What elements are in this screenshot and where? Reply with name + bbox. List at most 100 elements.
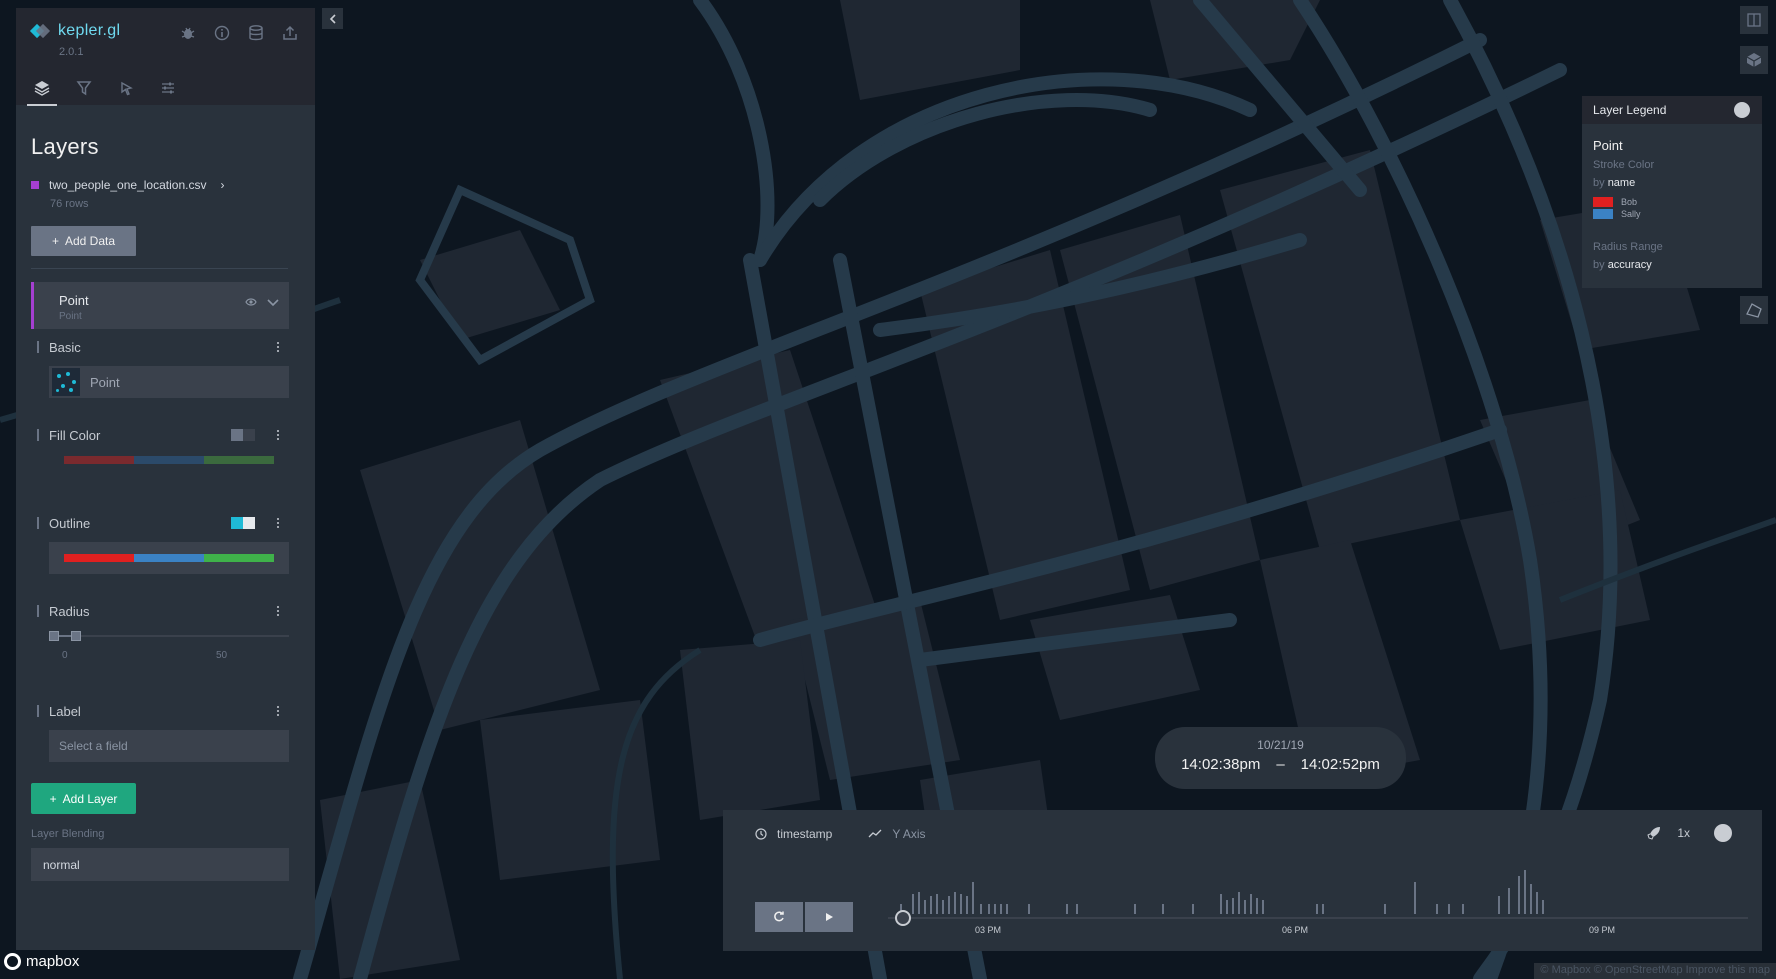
tab-base-map[interactable] (156, 76, 180, 100)
histogram-bar (936, 894, 938, 914)
radius-min-label: 0 (62, 650, 68, 661)
layer-panel-header[interactable]: Point Point (31, 282, 289, 329)
histogram-bar (954, 892, 956, 914)
histogram-bar (1498, 896, 1500, 914)
draw-polygon-button[interactable] (1740, 296, 1768, 324)
histogram-bar (942, 900, 944, 914)
line-chart-icon (868, 829, 882, 838)
time-start: 14:02:38pm (1181, 756, 1261, 773)
y-axis-selector[interactable]: Y Axis (868, 827, 926, 841)
play-icon (826, 913, 833, 921)
panel-tabs (27, 76, 180, 106)
database-icon[interactable] (247, 24, 265, 42)
split-map-button[interactable] (1740, 6, 1768, 34)
collapse-panel-button[interactable] (322, 8, 343, 29)
outline-toggle[interactable] (231, 517, 255, 529)
time-end: 14:02:52pm (1300, 756, 1380, 773)
sliders-icon (162, 82, 174, 94)
radius-slider[interactable] (49, 628, 289, 644)
histogram-bar (1238, 892, 1240, 914)
reset-button[interactable] (755, 902, 803, 932)
legend-color-by: by name (1593, 177, 1636, 189)
play-button[interactable] (805, 902, 853, 932)
time-separator: – (1276, 756, 1285, 773)
rocket-icon[interactable] (1647, 826, 1661, 840)
histogram-bar (930, 896, 932, 914)
layer-blending-select[interactable]: normal (31, 848, 289, 881)
histogram-bar (1536, 892, 1538, 914)
bug-icon[interactable] (179, 24, 197, 42)
histogram-bar (1322, 904, 1324, 914)
legend-radius-by: by accuracy (1593, 259, 1652, 271)
fill-color-ramp[interactable] (49, 444, 289, 476)
add-data-button[interactable]: + Add Data (31, 226, 136, 256)
more-options-icon[interactable] (271, 428, 285, 442)
share-icon[interactable] (281, 24, 299, 42)
section-label: Label Select a field (31, 702, 289, 762)
more-options-icon[interactable] (271, 704, 285, 718)
dataset-item[interactable]: two_people_one_location.csv › 76 rows (31, 178, 224, 210)
slider-handle-min[interactable] (49, 631, 59, 641)
histogram-bar (1524, 870, 1526, 914)
histogram-bar (918, 892, 920, 914)
layer-name: Point (59, 293, 89, 308)
histogram-bar (1384, 904, 1386, 914)
tab-filters[interactable] (72, 76, 96, 100)
plus-icon: + (49, 791, 57, 806)
layer-type: Point (59, 311, 82, 322)
more-options-icon[interactable] (271, 516, 285, 530)
time-histogram[interactable]: 03 PM 06 PM 09 PM (888, 856, 1748, 936)
legend-header[interactable]: Layer Legend (1582, 96, 1762, 124)
page-title: Layers (31, 134, 99, 159)
more-options-icon[interactable] (271, 340, 285, 354)
cube-icon (1746, 53, 1762, 67)
histogram-bar (1192, 904, 1194, 914)
reset-icon (774, 911, 784, 922)
legend-color-field: name (1607, 177, 1636, 189)
plus-icon: + (51, 234, 59, 248)
section-outline: Outline (31, 514, 289, 574)
section-title-label: Label (49, 703, 81, 719)
add-layer-button[interactable]: + Add Layer (31, 783, 136, 814)
histogram-bar (1006, 904, 1008, 914)
time-filter-panel: timestamp Y Axis 1x 03 PM 06 PM 09 PM (723, 810, 1762, 951)
histogram-bar (1244, 900, 1246, 914)
map-attribution[interactable]: © Mapbox © OpenStreetMap Improve this ma… (1534, 963, 1776, 979)
app-logo[interactable]: kepler.gl (29, 22, 120, 40)
chevron-right-icon[interactable]: › (220, 178, 224, 192)
playback-speed[interactable]: 1x (1677, 826, 1690, 840)
tab-layers[interactable] (27, 76, 57, 106)
eye-icon[interactable] (245, 297, 257, 307)
legend-color-attr: Stroke Color (1593, 159, 1655, 171)
fill-toggle[interactable] (231, 429, 255, 441)
more-options-icon[interactable] (271, 604, 285, 618)
dataset-color-swatch (31, 181, 39, 189)
histogram-bar (1530, 884, 1532, 914)
3d-view-button[interactable] (1740, 46, 1768, 74)
legend-toggle-icon[interactable] (1734, 102, 1750, 118)
histogram-bar (1262, 900, 1264, 914)
histogram-bar (1518, 876, 1520, 914)
histogram-bar (960, 894, 962, 914)
layer-type-selector[interactable]: Point (49, 366, 289, 398)
layer-type-name: Point (90, 374, 120, 390)
timeline-handle[interactable] (895, 910, 911, 926)
tab-interactions[interactable] (114, 76, 138, 100)
slider-handle-max[interactable] (71, 631, 81, 641)
mapbox-logo[interactable]: mapbox (4, 953, 79, 970)
histogram-bar (972, 882, 974, 914)
layer-legend: Layer Legend Point Stroke Color by name … (1582, 96, 1762, 288)
outline-color-ramp[interactable] (49, 542, 289, 574)
histogram-bar (1508, 888, 1510, 914)
info-icon[interactable] (213, 24, 231, 42)
histogram-bar (1220, 894, 1222, 914)
add-data-label: Add Data (64, 234, 116, 248)
label-field-select[interactable]: Select a field (49, 730, 289, 762)
timestamp-field-selector[interactable]: timestamp (755, 827, 832, 841)
label-field-placeholder: Select a field (59, 739, 128, 753)
mapbox-logo-icon (4, 953, 21, 970)
histogram-bar (1232, 898, 1234, 914)
timeline-settings-icon[interactable] (1714, 824, 1732, 842)
chevron-down-icon[interactable] (267, 297, 279, 307)
histogram-bar (988, 904, 990, 914)
